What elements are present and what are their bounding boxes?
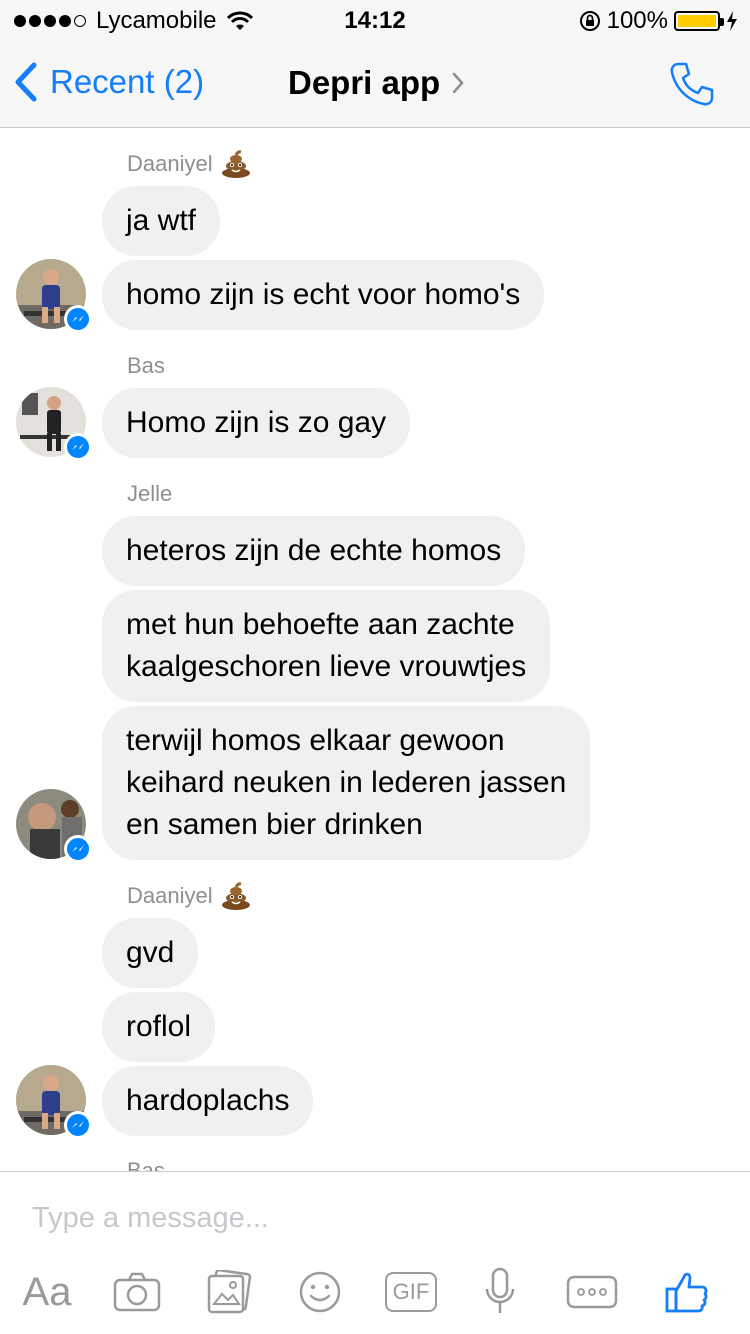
avatar[interactable] — [16, 259, 92, 333]
messenger-badge-icon — [64, 1111, 92, 1139]
sender-name: Daaniyel — [127, 150, 251, 178]
sender-name-text: Daaniyel — [127, 883, 213, 908]
gif-button[interactable]: GIF — [384, 1264, 438, 1320]
more-options-button[interactable] — [566, 1264, 618, 1320]
battery-info: 100% — [579, 7, 738, 35]
thumbs-up-icon — [665, 1272, 708, 1313]
message-bubble[interactable]: hardoplachs — [102, 1066, 314, 1136]
smiley-icon — [299, 1271, 341, 1313]
sender-name-text: Daaniyel — [127, 151, 213, 176]
battery-percent: 100% — [606, 7, 668, 34]
camera-icon — [113, 1272, 161, 1312]
poop-emoji-icon — [221, 882, 250, 910]
more-icon — [566, 1275, 618, 1309]
battery-icon — [674, 11, 724, 31]
navigation-bar: Recent (2) Depri app — [0, 40, 750, 128]
conversation-title[interactable]: Depri app — [288, 64, 464, 102]
message-bubble[interactable]: roflol — [102, 992, 216, 1062]
sender-name-text: Bas — [127, 1158, 165, 1171]
conversation-title-label: Depri app — [288, 64, 441, 101]
message-bubble[interactable]: homo zijn is echt voor homo's — [102, 260, 545, 330]
back-button[interactable]: Recent (2) — [14, 62, 204, 102]
messenger-badge-icon — [64, 305, 92, 333]
message-bubble[interactable]: Homo zijn is zo gay — [102, 388, 411, 458]
message-bubble[interactable]: gvd — [102, 918, 199, 988]
voice-button[interactable] — [482, 1264, 518, 1320]
avatar[interactable] — [16, 789, 92, 863]
messenger-badge-icon — [64, 433, 92, 461]
image-icon — [207, 1270, 252, 1314]
message-list[interactable]: Daaniyel ja wtf homo zijn is echt voor h… — [0, 129, 750, 1171]
poop-emoji-icon — [221, 150, 250, 178]
photo-gallery-button[interactable] — [204, 1264, 254, 1320]
message-bubble[interactable]: ja wtf — [102, 186, 221, 256]
message-bubble[interactable]: heteros zijn de echte homos — [102, 516, 526, 586]
avatar[interactable] — [16, 387, 92, 461]
message-input[interactable] — [32, 1202, 712, 1235]
text-format-button[interactable]: Aa — [20, 1264, 74, 1320]
sender-name: Daaniyel — [127, 882, 251, 910]
call-button[interactable] — [668, 60, 716, 113]
messenger-badge-icon — [64, 835, 92, 863]
phone-icon — [670, 62, 714, 106]
sender-name: Bas — [127, 1158, 165, 1171]
microphone-icon — [485, 1267, 515, 1313]
gif-label: GIF — [392, 1279, 430, 1304]
sender-name-text: Bas — [127, 353, 165, 378]
sender-name-text: Jelle — [127, 481, 173, 506]
status-bar: Lycamobile 14:12 100% — [0, 0, 750, 40]
sender-name: Bas — [127, 353, 165, 379]
message-bubble[interactable]: terwijl homos elkaar gewoon keihard neuk… — [102, 706, 591, 860]
camera-button[interactable] — [112, 1264, 162, 1320]
emoji-button[interactable] — [296, 1264, 344, 1320]
composer-toolbar: Aa GIF — [0, 1264, 750, 1324]
charging-icon — [727, 11, 737, 31]
rotation-lock-icon — [579, 11, 600, 31]
gif-icon: GIF — [385, 1272, 437, 1312]
chevron-left-icon — [15, 62, 37, 102]
message-composer: Aa GIF — [0, 1171, 750, 1334]
text-format-label: Aa — [22, 1269, 72, 1314]
chevron-right-icon — [452, 72, 464, 94]
back-button-label: Recent (2) — [50, 63, 205, 100]
like-button[interactable] — [662, 1264, 712, 1320]
avatar[interactable] — [16, 1065, 92, 1139]
message-bubble[interactable]: met hun behoefte aan zachte kaalgeschore… — [102, 590, 551, 702]
sender-name: Jelle — [127, 481, 172, 507]
